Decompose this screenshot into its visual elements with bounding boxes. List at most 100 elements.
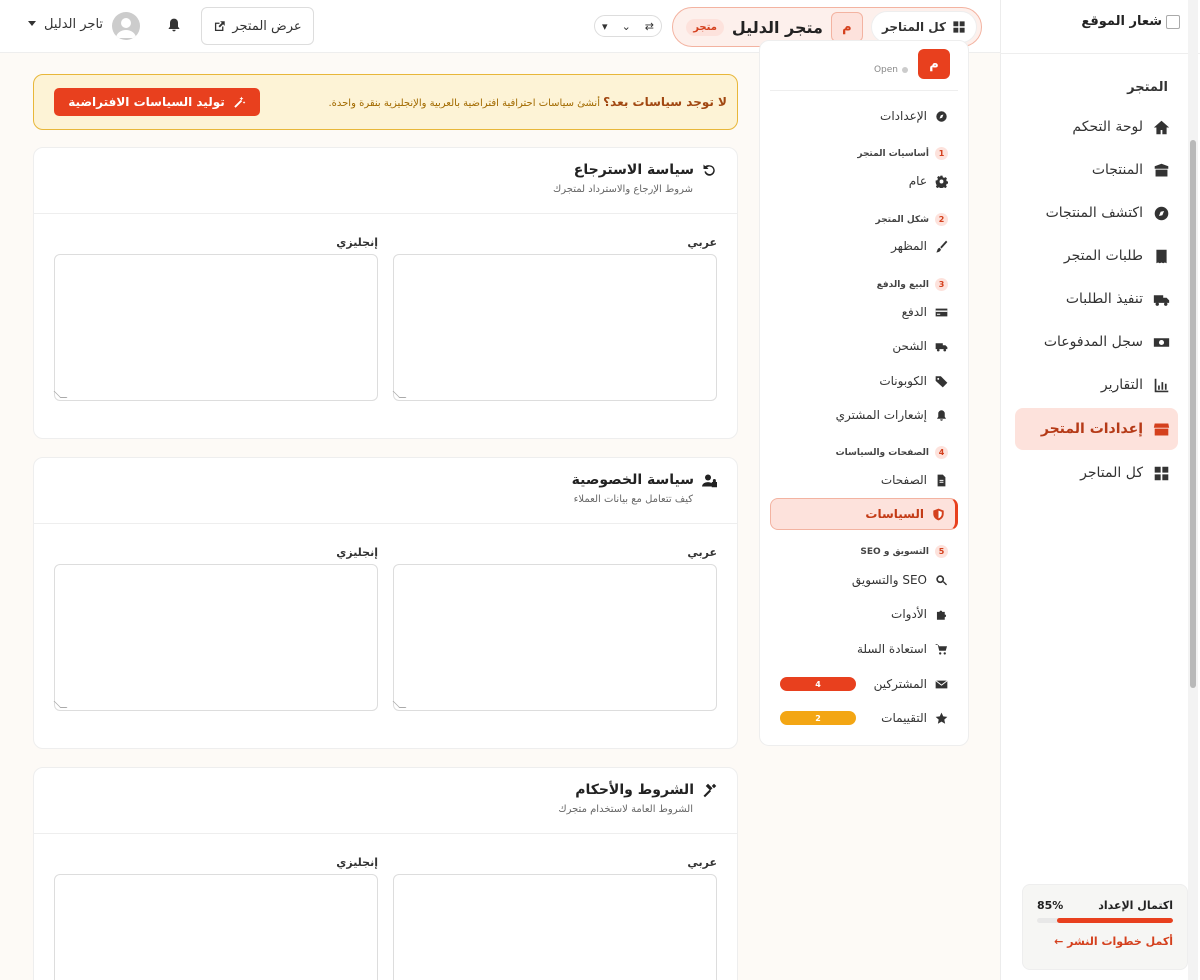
- sidebar-item-payments-log[interactable]: سجل المدفوعات: [1015, 321, 1178, 363]
- store-status: Open: [874, 65, 908, 75]
- chevron-down-icon: ⌄: [621, 19, 631, 33]
- settings-item-pages[interactable]: الصفحات: [770, 464, 958, 496]
- user-name[interactable]: تاجر الدليل: [44, 17, 103, 32]
- file-icon: [937, 474, 946, 486]
- settings-group-4: 4 الصفحات والسياسات: [836, 446, 948, 459]
- settings-item-seo[interactable]: SEO والتسويق: [770, 564, 958, 596]
- progress-percent: 85%: [1037, 899, 1064, 912]
- return-policy-arabic-textarea[interactable]: [393, 254, 717, 401]
- arabic-label: عربي: [687, 546, 717, 559]
- sidebar-item-reports[interactable]: التقارير: [1015, 364, 1178, 406]
- magic-wand-icon: [234, 96, 246, 108]
- settings-item-label: الشحن: [892, 339, 927, 353]
- sidebar-item-store-orders[interactable]: طلبات المتجر: [1015, 235, 1178, 277]
- store-avatar: م: [918, 49, 950, 79]
- sidebar-item-fulfillment[interactable]: تنفيذ الطلبات: [1015, 278, 1178, 320]
- user-avatar[interactable]: [112, 12, 140, 40]
- card-header: الشروط والأحكام الشروط العامة لاستخدام م…: [34, 768, 737, 834]
- settings-item-label: الصفحات: [880, 473, 927, 487]
- card-subtitle: الشروط العامة لاستخدام متجرك: [558, 804, 693, 815]
- divider: [1000, 53, 1200, 54]
- complete-steps-link[interactable]: أكمل خطوات النشر ←: [1037, 935, 1173, 948]
- bell-icon[interactable]: [166, 17, 182, 33]
- gavel-icon: [703, 783, 717, 797]
- store-switch-dropdown[interactable]: ⇄ ⌄ ▾: [594, 15, 662, 37]
- settings-item-appearance[interactable]: المظهر: [770, 230, 958, 262]
- store-name: متجر الدليل: [731, 17, 823, 37]
- sidebar-item-discover[interactable]: اكتشف المنتجات: [1015, 192, 1178, 234]
- english-label: إنجليزي: [336, 546, 378, 559]
- settings-item-label: الكوبونات: [879, 374, 927, 388]
- status-label: Open: [873, 65, 898, 75]
- return-policy-english-textarea[interactable]: [54, 254, 378, 401]
- group-label: شكل المتجر: [875, 214, 929, 225]
- terms-english-textarea[interactable]: [54, 874, 378, 980]
- settings-item-label: إشعارات المشتري: [835, 408, 927, 422]
- group-label: التسويق و SEO: [860, 546, 929, 557]
- undo-icon: [703, 164, 715, 176]
- generate-default-policies-button[interactable]: توليد السياسات الافتراضية: [54, 88, 260, 116]
- card-title: سياسة الاسترجاع: [574, 162, 717, 178]
- settings-item-cart-recovery[interactable]: استعادة السلة: [770, 633, 958, 665]
- sidebar-item-label: اكتشف المنتجات: [1045, 205, 1143, 221]
- settings-item-label: عام: [908, 174, 927, 188]
- group-label: الصفحات والسياسات: [835, 447, 929, 458]
- progress-bar-fill: [1057, 918, 1173, 923]
- cart-icon: [935, 643, 948, 655]
- star-icon: [935, 712, 948, 724]
- view-store-button[interactable]: عرض المتجر: [201, 7, 314, 45]
- settings-item-settings[interactable]: الإعدادات: [770, 100, 958, 132]
- tags-icon: [935, 375, 948, 387]
- status-dot: [902, 67, 908, 73]
- divider: [770, 90, 958, 91]
- card-title-text: سياسة الاسترجاع: [573, 162, 694, 178]
- settings-item-label: التقييمات: [881, 711, 927, 725]
- settings-item-tools[interactable]: الأدوات: [770, 598, 958, 630]
- return-policy-card: سياسة الاسترجاع شروط الإرجاع والاسترداد …: [33, 147, 738, 439]
- sidebar-item-all-stores[interactable]: كل المتاجر: [1015, 452, 1178, 494]
- progress-bar: [1037, 918, 1173, 923]
- truck-icon: [1153, 294, 1170, 306]
- settings-group-1: 1 أساسيات المتجر: [857, 147, 948, 160]
- settings-item-payment[interactable]: الدفع: [770, 296, 958, 328]
- puzzle-icon: [936, 610, 947, 620]
- settings-item-label: المشتركين: [873, 677, 927, 691]
- search-icon: [936, 574, 948, 585]
- privacy-policy-arabic-textarea[interactable]: [393, 564, 717, 711]
- user-lock-icon: [702, 474, 717, 487]
- card-header: سياسة الخصوصية كيف تتعامل مع بيانات العم…: [34, 458, 737, 524]
- settings-item-shipping[interactable]: الشحن: [770, 330, 958, 362]
- compass-icon: [1154, 206, 1169, 220]
- card-title: سياسة الخصوصية: [572, 472, 717, 488]
- page-scrollbar[interactable]: [1188, 0, 1198, 980]
- settings-item-subscribers[interactable]: المشتركين 4: [770, 668, 958, 700]
- user-menu-caret-icon[interactable]: [28, 21, 36, 26]
- sidebar-item-store-settings[interactable]: إعدادات المتجر: [1015, 408, 1178, 450]
- banner-text: لا توجد سياسات بعد؟ أنشئ سياسات احترافية…: [328, 95, 727, 109]
- scrollbar-thumb[interactable]: [1190, 140, 1196, 688]
- sidebar-item-label: لوحة التحكم: [1072, 119, 1143, 135]
- sidebar-item-label: المنتجات: [1091, 162, 1143, 178]
- settings-item-reviews[interactable]: التقييمات 2: [770, 702, 958, 734]
- banner-title: لا توجد سياسات بعد؟: [603, 95, 727, 109]
- sidebar-item-products[interactable]: المنتجات: [1015, 149, 1178, 191]
- site-logo[interactable]: شعار الموقع: [1081, 14, 1180, 29]
- generate-button-label: توليد السياسات الافتراضية: [68, 95, 225, 109]
- all-stores-button[interactable]: كل المتاجر: [870, 11, 977, 43]
- settings-item-buyer-notifications[interactable]: إشعارات المشتري: [770, 399, 958, 431]
- sidebar-item-label: طلبات المتجر: [1063, 248, 1143, 264]
- store-tag-badge: متجر: [686, 18, 724, 36]
- card-subtitle: شروط الإرجاع والاسترداد لمتجرك: [553, 184, 693, 195]
- sidebar-item-label: سجل المدفوعات: [1043, 334, 1143, 350]
- settings-item-label: الإعدادات: [880, 109, 927, 123]
- settings-item-general[interactable]: عام: [770, 165, 958, 197]
- settings-item-policies[interactable]: السياسات: [770, 498, 958, 530]
- sidebar-item-dashboard[interactable]: لوحة التحكم: [1015, 106, 1178, 148]
- privacy-policy-card: سياسة الخصوصية كيف تتعامل مع بيانات العم…: [33, 457, 738, 749]
- group-number: 5: [935, 545, 948, 558]
- terms-arabic-textarea[interactable]: [393, 874, 717, 980]
- store-icon: [1153, 423, 1170, 435]
- group-number: 1: [935, 147, 948, 160]
- privacy-policy-english-textarea[interactable]: [54, 564, 378, 711]
- settings-item-coupons[interactable]: الكوبونات: [770, 365, 958, 397]
